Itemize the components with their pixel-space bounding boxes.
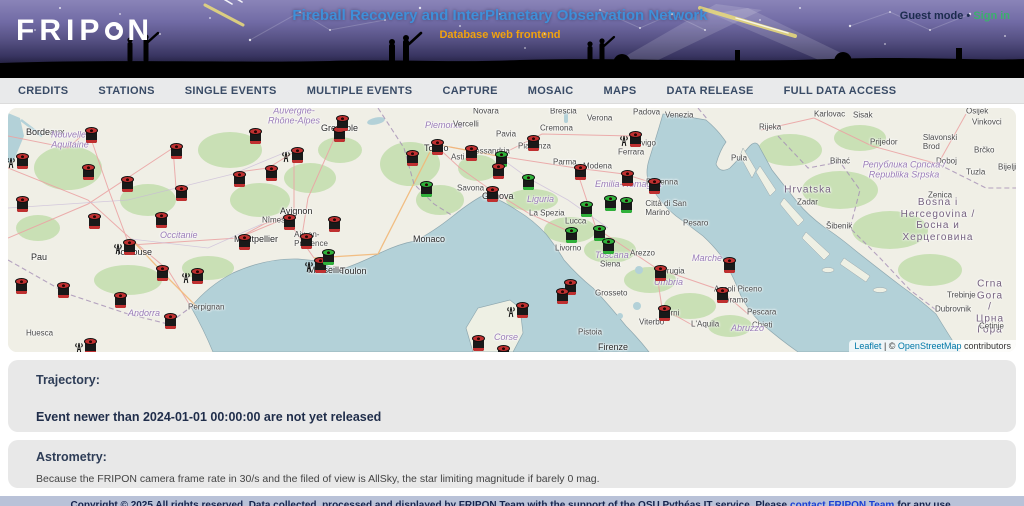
station-marker-red[interactable] [15, 278, 28, 294]
nav-item-data-release[interactable]: DATA RELEASE [667, 85, 754, 97]
station-marker-red[interactable] [16, 196, 29, 212]
station-marker-red[interactable] [233, 171, 246, 187]
station-marker-red[interactable] [155, 212, 168, 228]
leaflet-link[interactable]: Leaflet [854, 341, 881, 351]
radio-tower-icon [113, 242, 123, 255]
station-marker-red[interactable] [629, 131, 642, 147]
logo-text-frip: FRIP [16, 14, 104, 48]
stations-map[interactable]: BordeauxNouvelle- AquitaineAuvergne- Rhô… [8, 108, 1016, 352]
nav-item-full-data-access[interactable]: FULL DATA ACCESS [784, 85, 897, 97]
astrometry-note: Because the FRIPON camera frame rate in … [36, 473, 988, 485]
radio-tower-icon [74, 341, 84, 352]
station-marker-red[interactable] [249, 128, 262, 144]
station-marker-red[interactable] [114, 292, 127, 308]
header-banner: FRIP N Fireball Recovery and InterPlaneta… [0, 0, 1024, 78]
station-marker-green[interactable] [604, 195, 617, 211]
nav-item-multiple-events[interactable]: MULTIPLE EVENTS [307, 85, 413, 97]
station-marker-red[interactable] [336, 115, 349, 131]
station-marker-red[interactable] [574, 164, 587, 180]
nav-item-capture[interactable]: CAPTURE [442, 85, 497, 97]
station-marker-green[interactable] [620, 197, 633, 213]
guest-mode-label: Guest mode [900, 10, 964, 22]
nav-item-mosaic[interactable]: MOSAIC [528, 85, 574, 97]
station-marker-red[interactable] [265, 165, 278, 181]
site-subtitle: Database web frontend [200, 29, 800, 41]
osm-link[interactable]: OpenStreetMap [898, 341, 962, 351]
station-marker-red[interactable] [300, 233, 313, 249]
station-marker-green[interactable] [420, 181, 433, 197]
radio-tower-icon [281, 150, 291, 163]
station-marker-red[interactable] [121, 176, 134, 192]
station-marker-red[interactable] [16, 153, 29, 169]
station-marker-red[interactable] [170, 143, 183, 159]
astrometry-section: Astrometry: Because the FRIPON camera fr… [8, 440, 1016, 488]
station-marker-red[interactable] [82, 164, 95, 180]
separator-dot: • [966, 10, 970, 22]
station-marker-red[interactable] [486, 186, 499, 202]
nav-item-single-events[interactable]: SINGLE EVENTS [185, 85, 277, 97]
station-marker-red[interactable] [123, 239, 136, 255]
station-marker-red[interactable] [492, 163, 505, 179]
station-marker-green[interactable] [322, 249, 335, 265]
station-marker-green[interactable] [580, 201, 593, 217]
nav-item-maps[interactable]: MAPS [604, 85, 637, 97]
radio-tower-icon [619, 134, 629, 147]
station-marker-red[interactable] [291, 147, 304, 163]
map-attribution: Leaflet | © OpenStreetMap contributors [849, 340, 1016, 352]
station-marker-red[interactable] [175, 185, 188, 201]
logo-text-n: N [127, 14, 154, 48]
nav-item-stations[interactable]: STATIONS [98, 85, 154, 97]
station-marker-red[interactable] [85, 127, 98, 143]
station-marker-red[interactable] [431, 139, 444, 155]
station-marker-red[interactable] [406, 150, 419, 166]
station-marker-red[interactable] [654, 265, 667, 281]
footer-text-suffix: for any use. [897, 500, 953, 506]
page-footer: Copyright © 2025 All rights reserved. Da… [0, 496, 1024, 506]
sign-in-link[interactable]: Sign in [973, 10, 1010, 22]
station-marker-red[interactable] [238, 234, 251, 250]
station-marker-red[interactable] [716, 287, 729, 303]
astrometry-title: Astrometry: [36, 450, 988, 464]
trajectory-title: Trajectory: [36, 373, 988, 387]
radio-tower-icon [506, 305, 516, 318]
station-marker-red[interactable] [556, 288, 569, 304]
site-title-block: Fireball Recovery and InterPlanetary Obs… [200, 7, 800, 41]
radio-tower-icon [181, 271, 191, 284]
trajectory-notice: Event newer than 2024-01-01 00:00:00 are… [36, 410, 988, 424]
attribution-suffix: contributors [961, 341, 1011, 351]
station-marker-green[interactable] [602, 238, 615, 254]
station-marker-red[interactable] [497, 345, 510, 352]
footer-text: Copyright © 2025 All rights reserved. Da… [71, 500, 787, 506]
fripon-logo: FRIP N [16, 14, 154, 48]
nav-item-credits[interactable]: CREDITS [18, 85, 68, 97]
station-marker-red[interactable] [328, 216, 341, 232]
radio-tower-icon [8, 156, 16, 169]
attribution-separator: | © [881, 341, 897, 351]
site-title: Fireball Recovery and InterPlanetary Obs… [200, 7, 800, 24]
station-marker-red[interactable] [57, 282, 70, 298]
account-bar: Guest mode • Sign in [900, 10, 1010, 22]
station-marker-red[interactable] [84, 338, 97, 352]
logo-o-ring-icon [105, 22, 123, 40]
station-marker-red[interactable] [472, 335, 485, 351]
station-marker-red[interactable] [723, 257, 736, 273]
station-marker-red[interactable] [621, 170, 634, 186]
station-marker-red[interactable] [88, 213, 101, 229]
station-marker-red[interactable] [283, 214, 296, 230]
contact-fripon-link[interactable]: contact FRIPON Team [790, 500, 894, 506]
station-marker-red[interactable] [164, 313, 177, 329]
station-marker-green[interactable] [522, 174, 535, 190]
radio-tower-icon [304, 260, 314, 273]
station-marker-red[interactable] [658, 305, 671, 321]
station-marker-green[interactable] [565, 227, 578, 243]
station-marker-red[interactable] [527, 135, 540, 151]
station-marker-red[interactable] [156, 265, 169, 281]
station-marker-red[interactable] [465, 145, 478, 161]
trajectory-section: Trajectory: Event newer than 2024-01-01 … [8, 360, 1016, 432]
main-nav: CREDITS STATIONS SINGLE EVENTS MULTIPLE EVE… [0, 78, 1024, 104]
ground-silhouette [0, 58, 1024, 78]
station-marker-red[interactable] [191, 268, 204, 284]
station-marker-red[interactable] [648, 178, 661, 194]
station-marker-red[interactable] [516, 302, 529, 318]
